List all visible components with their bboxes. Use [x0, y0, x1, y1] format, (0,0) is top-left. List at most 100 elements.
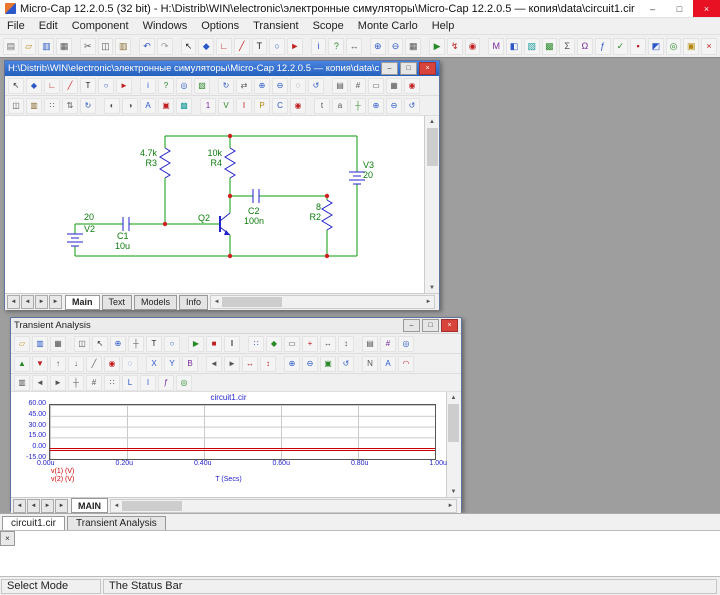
shrink-icon[interactable]: ⊖ — [386, 98, 402, 114]
world-icon[interactable]: ◎ — [666, 38, 682, 55]
scroll-down-icon[interactable]: ▼ — [448, 486, 459, 497]
paste-icon[interactable]: ▥ — [115, 38, 131, 55]
check-icon[interactable]: ✓ — [613, 38, 629, 55]
save-file-icon[interactable]: ▥ — [32, 336, 48, 352]
wire-mode-icon[interactable]: ∟ — [216, 38, 232, 55]
new-file-icon[interactable]: ▤ — [3, 38, 19, 55]
graphics-mode-icon[interactable]: ○ — [269, 38, 285, 55]
mirror-icon[interactable]: ⇄ — [236, 78, 252, 94]
go-to-y-icon[interactable]: Y — [164, 356, 180, 372]
c1-value-label[interactable]: 10u — [115, 241, 130, 251]
battery-v2[interactable] — [67, 234, 83, 246]
flip-y-icon[interactable]: ◑ — [122, 98, 138, 114]
scroll-left-icon[interactable]: ◄ — [111, 500, 122, 511]
menu-transient[interactable]: Transient — [246, 19, 305, 33]
c2-value-label[interactable]: 100n — [244, 216, 264, 226]
watch-icon[interactable]: ◎ — [398, 336, 414, 352]
graphics-mode-icon[interactable]: ○ — [164, 336, 180, 352]
node-numbers-icon[interactable]: 1 — [200, 98, 216, 114]
schematic-hscroll-thumb[interactable] — [222, 297, 282, 307]
key-icon[interactable]: ▣ — [683, 38, 699, 55]
select-mode-icon[interactable]: ↖ — [92, 336, 108, 352]
menu-monte-carlo[interactable]: Monte Carlo — [351, 19, 425, 33]
wire-mode-icon[interactable]: ∟ — [44, 78, 60, 94]
tabs-next-icon[interactable]: ► — [35, 295, 48, 309]
vertical-axis-icon[interactable]: ↕ — [338, 336, 354, 352]
menu-windows[interactable]: Windows — [136, 19, 195, 33]
link-mode-icon[interactable]: ◎ — [176, 78, 192, 94]
v2-name-label[interactable]: V2 — [84, 224, 95, 234]
fill-icon[interactable]: ▩ — [176, 98, 192, 114]
doc-tab-transient-analysis[interactable]: Transient Analysis — [67, 516, 166, 530]
text-mode-icon[interactable]: T — [146, 336, 162, 352]
transient-maximize-button[interactable]: □ — [422, 319, 439, 332]
inflection-icon[interactable]: ╱ — [86, 356, 102, 372]
grid-toggle-icon[interactable]: # — [350, 78, 366, 94]
ruler-icon[interactable]: ▭ — [284, 336, 300, 352]
plot-vertical-scrollbar[interactable]: ▲ ▼ — [446, 392, 460, 497]
schematic-horizontal-scrollbar[interactable]: ◄ ► — [210, 295, 435, 309]
plus-mark-icon[interactable]: + — [302, 336, 318, 352]
schematic-maximize-button[interactable]: □ — [400, 62, 417, 75]
plot-tabs-last-icon[interactable]: ► — [55, 499, 68, 513]
log-x-icon[interactable]: L — [122, 375, 138, 391]
rotate-box-icon[interactable]: ↻ — [80, 98, 96, 114]
horizontal-axis-icon[interactable]: ↔ — [320, 336, 336, 352]
fft-icon[interactable]: ƒ — [158, 375, 174, 391]
cut-icon[interactable]: ✂ — [80, 38, 96, 55]
resistor-r2[interactable] — [322, 200, 332, 230]
analysis-plot[interactable]: circuit1.cir 60.0045.0030.0015.000.00-15… — [11, 392, 446, 497]
stop-icon[interactable]: ▪ — [630, 38, 646, 55]
select-mode-icon[interactable]: ↖ — [8, 78, 24, 94]
tag-vertical-icon[interactable]: ↕ — [260, 356, 276, 372]
tab-main-plot[interactable]: MAIN — [71, 498, 108, 513]
plot-hscroll-thumb[interactable] — [122, 501, 182, 511]
r3-value-label[interactable]: 4.7k — [140, 148, 158, 158]
text-output-panel[interactable]: × — [0, 530, 720, 577]
plot-horizontal-scrollbar[interactable]: ◄ ► — [110, 499, 457, 513]
copy-icon[interactable]: ◫ — [74, 336, 90, 352]
low-icon[interactable]: ↓ — [68, 356, 84, 372]
mirror-box-icon[interactable]: ⇅ — [62, 98, 78, 114]
plot-tabs-next-icon[interactable]: ► — [41, 499, 54, 513]
schematic-vscroll-thumb[interactable] — [427, 128, 438, 166]
zoom-out-icon[interactable]: ⊖ — [388, 38, 404, 55]
scroll-right-icon[interactable]: ► — [445, 500, 456, 511]
component-mode-icon[interactable]: ◆ — [26, 78, 42, 94]
smith-icon[interactable]: ◎ — [176, 375, 192, 391]
currents-icon[interactable]: I — [236, 98, 252, 114]
pause-icon[interactable]: ‖ — [224, 336, 240, 352]
minimize-button[interactable]: – — [639, 0, 666, 17]
zoom-out-icon[interactable]: ⊖ — [272, 78, 288, 94]
tab-info[interactable]: Info — [179, 295, 208, 310]
scroll-down-icon[interactable]: ▼ — [427, 282, 438, 293]
diagonal-wire-mode-icon[interactable]: ╱ — [62, 78, 78, 94]
graphics-mode-icon[interactable]: ○ — [98, 78, 114, 94]
run-analysis-icon[interactable]: ▶ — [429, 38, 445, 55]
properties-icon[interactable]: ▤ — [362, 336, 378, 352]
schematic-minimize-button[interactable]: – — [381, 62, 398, 75]
resistor-r3[interactable] — [160, 148, 170, 178]
chart-icon[interactable]: ◩ — [648, 38, 664, 55]
log-y-icon[interactable]: l — [140, 375, 156, 391]
border-toggle-icon[interactable]: ▭ — [368, 78, 384, 94]
help-mode-icon[interactable]: ? — [158, 78, 174, 94]
package-editor-icon[interactable]: ▩ — [542, 38, 558, 55]
sum-icon[interactable]: Σ — [559, 38, 575, 55]
flip-x-icon[interactable]: ◐ — [104, 98, 120, 114]
color-icon[interactable]: ▣ — [158, 98, 174, 114]
go-to-x-icon[interactable]: X — [146, 356, 162, 372]
r3-name-label[interactable]: R3 — [145, 158, 157, 168]
r4-name-label[interactable]: R4 — [210, 158, 222, 168]
attribute-text-icon[interactable]: a — [332, 98, 348, 114]
menu-help[interactable]: Help — [425, 19, 462, 33]
power-icon[interactable]: P — [254, 98, 270, 114]
tab-models[interactable]: Models — [134, 295, 177, 310]
clipboard-copy-icon[interactable]: ◫ — [8, 98, 24, 114]
exit-icon[interactable]: × — [701, 38, 717, 55]
v3-value-label[interactable]: 20 — [363, 170, 373, 180]
cursor-right-icon[interactable]: ► — [50, 375, 66, 391]
save-file-icon[interactable]: ▥ — [38, 38, 54, 55]
valley-icon[interactable]: ▼ — [32, 356, 48, 372]
panel-toggle-icon[interactable]: ▥ — [14, 375, 30, 391]
